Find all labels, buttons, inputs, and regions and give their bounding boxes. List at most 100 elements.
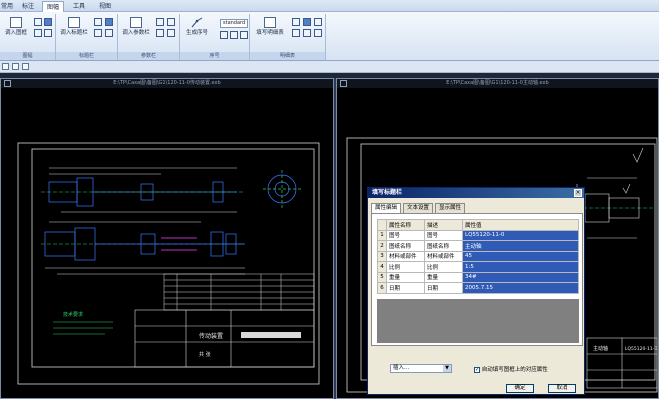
- titleblock-fill-icon[interactable]: [105, 18, 113, 26]
- insert-titleblock-label: 调入标题栏: [60, 30, 88, 36]
- checkbox-icon[interactable]: ✓: [474, 366, 480, 373]
- tab-frame[interactable]: 图幅: [42, 1, 64, 12]
- row-attr-name: 重量: [386, 271, 425, 283]
- drawing-window-left-title: E:\TP\Caxa图\备图\G1\120-11-0传动装置.exb: [1, 79, 333, 88]
- generate-sequence-button[interactable]: 生成序号: [183, 17, 211, 36]
- titleblock-edit-icon[interactable]: [105, 29, 113, 37]
- insert-titleblock-button[interactable]: 调入标题栏: [59, 17, 89, 36]
- ok-button[interactable]: 确定: [506, 384, 534, 393]
- table-row[interactable]: 3 材料或部件 材料或部件 45: [377, 250, 579, 262]
- row-description: 材料或部件: [424, 250, 463, 262]
- auto-fill-checkbox[interactable]: ✓ 自动填写图框上的对应属性: [474, 365, 548, 373]
- row-attr-name: 图号: [386, 229, 425, 241]
- tab-text-settings[interactable]: 文本设置: [403, 203, 433, 213]
- group-label-paramblock: 参数栏: [118, 52, 179, 60]
- group-label-bom: 明细表: [250, 52, 325, 60]
- cancel-button[interactable]: 取消: [548, 384, 576, 393]
- fill-bom-button[interactable]: 填写明细表: [253, 17, 287, 36]
- frame-save-icon[interactable]: [34, 29, 42, 37]
- sequence-style-select[interactable]: standard: [220, 19, 248, 28]
- row-attr-value[interactable]: 45: [462, 250, 579, 262]
- left-titleblock-name: 传动装置: [199, 332, 223, 340]
- tab-common[interactable]: 常用: [0, 1, 14, 12]
- attribute-table: 属性名称 描述 属性值 1 图号 图号 LQ55120-11-0 2 图纸名称: [377, 219, 579, 294]
- bom-db-icon[interactable]: [314, 29, 322, 37]
- row-attr-value[interactable]: 2005.7.15: [462, 282, 579, 294]
- left-titleblock-sub: 共 张: [199, 351, 211, 358]
- surface-symbols: [622, 147, 644, 194]
- row-attr-value[interactable]: 34#: [462, 271, 579, 283]
- arrow-icon[interactable]: [2, 63, 9, 70]
- frame-icon: [10, 17, 22, 28]
- row-description: 日期: [424, 282, 463, 294]
- group-bom: 填写明细表 明细表: [250, 14, 326, 60]
- left-bom: [163, 273, 315, 311]
- fill-titleblock-dialog: 填写标题栏 × 属性编辑 文本设置 显示属性 属性名称 描述 属性值 1 图号 …: [367, 187, 585, 395]
- bom-merge-icon[interactable]: [303, 29, 311, 37]
- row-attr-name: 日期: [386, 282, 425, 294]
- titleblock-save-icon[interactable]: [94, 29, 102, 37]
- sequence-icon: [191, 17, 203, 28]
- ribbon-tab-bar: 常用 标注 图幅 工具 视图: [0, 0, 659, 12]
- row-index: 6: [377, 282, 387, 294]
- sequence-align-icon[interactable]: [240, 31, 248, 39]
- layer-icon[interactable]: [12, 63, 19, 70]
- bom-output-icon[interactable]: [292, 29, 300, 37]
- frame-define-icon[interactable]: [44, 29, 52, 37]
- tab-tools[interactable]: 工具: [68, 1, 90, 12]
- ribbon: 调入图框 图幅 调入标题栏 标题栏 调入参数栏 参数栏 生成序号 standar…: [0, 12, 659, 61]
- titleblock-define-icon[interactable]: [94, 18, 102, 26]
- row-index: 2: [377, 240, 387, 252]
- tab-display-attributes[interactable]: 显示属性: [435, 203, 465, 213]
- frame-edit-icon[interactable]: [44, 18, 52, 26]
- sequence-swap-icon[interactable]: [230, 31, 238, 39]
- left-code-field: [241, 332, 301, 338]
- fill-bom-label: 填写明细表: [256, 30, 284, 36]
- insert-frame-label: 调入图框: [4, 30, 27, 36]
- titleblock-icon: [68, 17, 80, 28]
- app-window: 常用 标注 图幅 工具 视图 调入图框 图幅 调入标题栏 标题栏 调入参数栏 参…: [0, 0, 659, 399]
- header-description: 描述: [424, 219, 463, 231]
- table-row[interactable]: 1 图号 图号 LQ55120-11-0: [377, 229, 579, 241]
- row-attr-name: 材料或部件: [386, 250, 425, 262]
- document-icon: [340, 80, 347, 87]
- row-index: 4: [377, 261, 387, 273]
- auto-fill-label: 自动填写图框上的对应属性: [481, 367, 548, 373]
- table-row[interactable]: 6 日期 日期 2005.7.15: [377, 282, 579, 294]
- group-sequence: 生成序号 standard 序号: [180, 14, 250, 60]
- frame-setting-icon[interactable]: [34, 18, 42, 26]
- paramblock-fill-icon[interactable]: [167, 18, 175, 26]
- row-attr-name: 比例: [386, 261, 425, 273]
- tab-view[interactable]: 视图: [94, 1, 116, 12]
- row-attr-value[interactable]: 主动轴: [462, 240, 579, 252]
- insert-paramblock-button[interactable]: 调入参数栏: [121, 17, 151, 36]
- row-description: 图号: [424, 229, 463, 241]
- table-header: 属性名称 描述 属性值: [377, 219, 579, 231]
- gear-view: [263, 170, 301, 208]
- table-row[interactable]: 2 图纸名称 图纸名称 主动轴: [377, 240, 579, 252]
- insert-select[interactable]: 插入... ▼: [390, 364, 452, 373]
- table-row[interactable]: 5 重量 重量 34#: [377, 271, 579, 283]
- insert-frame-button[interactable]: 调入图框: [4, 17, 28, 36]
- close-button[interactable]: ×: [574, 189, 582, 197]
- group-frame: 调入图框 图幅: [0, 14, 56, 60]
- paramblock-save-icon[interactable]: [156, 29, 164, 37]
- paramblock-define-icon[interactable]: [156, 18, 164, 26]
- bom-delete-icon[interactable]: [303, 18, 311, 26]
- color-icon[interactable]: [22, 63, 29, 70]
- drawing-window-left[interactable]: E:\TP\Caxa图\备图\G1\120-11-0传动装置.exb 技术要求 …: [0, 78, 334, 399]
- group-label-sequence: 序号: [180, 52, 249, 60]
- group-paramblock: 调入参数栏 参数栏: [118, 14, 180, 60]
- sequence-delete-icon[interactable]: [220, 31, 228, 39]
- bom-insert-icon[interactable]: [292, 18, 300, 26]
- tab-annotate[interactable]: 标注: [18, 1, 38, 12]
- quick-toolbar: [0, 61, 659, 73]
- table-row[interactable]: 4 比例 比例 1:5: [377, 261, 579, 273]
- bom-icon: [264, 17, 276, 28]
- row-attr-value[interactable]: LQ55120-11-0: [462, 229, 579, 241]
- row-attr-value[interactable]: 1:5: [462, 261, 579, 273]
- chevron-down-icon[interactable]: ▼: [443, 365, 451, 372]
- paramblock-edit-icon[interactable]: [167, 29, 175, 37]
- bom-style-icon[interactable]: [314, 18, 322, 26]
- left-drawing-canvas[interactable]: 技术要求 传动装置 共 张: [1, 88, 335, 399]
